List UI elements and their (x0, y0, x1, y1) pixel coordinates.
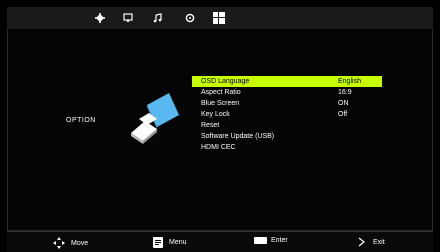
menu-item-software-update[interactable]: Software Update (USB) (192, 131, 382, 142)
menu-item-key-lock[interactable]: Key Lock Off (192, 109, 382, 120)
option-grid-icon[interactable] (211, 11, 227, 25)
menu-item-value: Off (338, 111, 348, 118)
menu-item-blue-screen[interactable]: Blue Screen ON (192, 98, 382, 109)
menu-item-label: HDMI CEC (201, 144, 236, 151)
menu-item-label: Software Update (USB) (201, 133, 275, 140)
menu-item-aspect-ratio[interactable]: Aspect Ratio 16:9 (192, 87, 382, 98)
move-hint: Move (53, 237, 88, 249)
exit-icon (358, 237, 365, 247)
menu-item-label: Key Lock (201, 111, 230, 118)
menu-label: Menu (169, 239, 187, 246)
option-logo-icon (127, 89, 181, 145)
gear-icon[interactable] (92, 11, 108, 25)
menu-item-hdmi-cec[interactable]: HDMI CEC (192, 142, 382, 153)
menu-item-label: OSD Language (201, 78, 250, 85)
menu-hint: Menu (153, 237, 187, 248)
menu-item-osd-language[interactable]: OSD Language English (192, 76, 382, 87)
exit-hint: Exit (357, 237, 385, 247)
menu-button-icon (153, 237, 163, 248)
option-menu: OSD Language English Aspect Ratio 16:9 B… (192, 76, 382, 153)
menu-item-reset[interactable]: Reset (192, 120, 382, 131)
clock-icon[interactable] (182, 11, 198, 25)
enter-label: Enter (271, 237, 288, 244)
move-label: Move (71, 239, 89, 247)
menu-item-value: English (338, 78, 361, 85)
menu-item-value: ON (338, 100, 349, 107)
enter-key-icon (254, 237, 267, 244)
menu-item-value: 16:9 (338, 89, 352, 96)
page-title: OPTION (66, 117, 96, 124)
menu-item-label: Aspect Ratio (201, 89, 241, 96)
enter-hint: Enter (254, 237, 288, 244)
monitor-icon[interactable] (120, 11, 136, 25)
menu-item-label: Reset (201, 122, 220, 129)
menu-item-label: Blue Screen (201, 100, 240, 107)
exit-label: Exit (373, 238, 385, 246)
music-note-icon[interactable] (150, 11, 166, 25)
tab-bar (7, 7, 433, 29)
hint-bar: Move Menu Enter Exit (7, 231, 433, 252)
dpad-icon (53, 237, 65, 249)
